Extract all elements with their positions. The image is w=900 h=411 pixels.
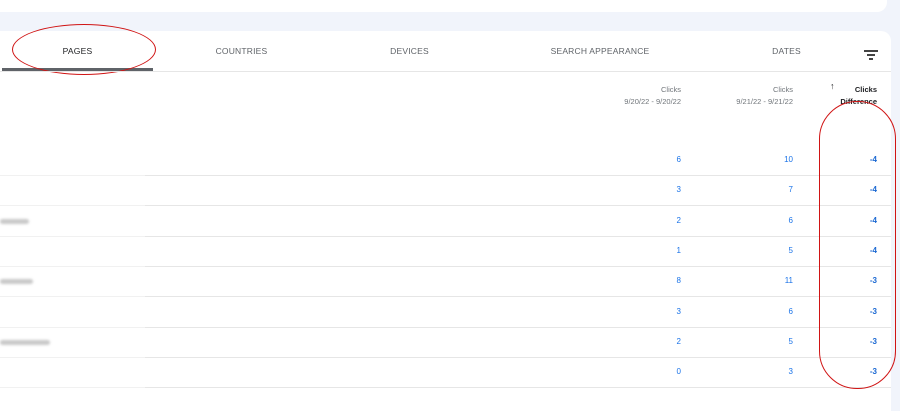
annotation-circle-pages [12, 24, 156, 75]
redacted-page-url [0, 279, 33, 285]
clicks-curr-value: 10 [784, 155, 793, 164]
clicks-prev-value: 3 [676, 185, 681, 195]
table-row[interactable]: 2 6 -4 [0, 207, 891, 237]
clicks-curr-value: 6 [788, 215, 793, 225]
clicks-prev-value: 2 [676, 336, 681, 346]
clicks-prev-value: 8 [676, 276, 681, 286]
table-row[interactable]: 0 3 -3 [0, 358, 891, 389]
col-header-clicks-1[interactable]: Clicks 9/20/22 - 9/20/22 [600, 84, 681, 108]
clicks-curr-value: 5 [788, 245, 793, 255]
tab-search-appearance[interactable]: SEARCH APPEARANCE [500, 31, 700, 71]
row-divider [145, 387, 891, 389]
clicks-prev-value: 2 [676, 215, 681, 225]
table-row[interactable]: 3 7 -4 [0, 176, 891, 207]
tab-countries[interactable]: COUNTRIES [166, 31, 317, 71]
table-row[interactable]: 3 6 -3 [0, 298, 891, 328]
redacted-page-url [0, 218, 29, 224]
col-header-clicks-2[interactable]: Clicks 9/21/22 - 9/21/22 [700, 84, 793, 108]
row-divider [0, 387, 145, 389]
clicks-curr-value: 11 [784, 276, 793, 286]
tab-devices[interactable]: DEVICES [334, 31, 485, 71]
filter-icon[interactable] [864, 50, 878, 60]
clicks-curr-value: 6 [788, 306, 793, 316]
clicks-prev-value: 0 [676, 367, 681, 377]
tab-dates[interactable]: DATES [711, 31, 862, 71]
annotation-circle-difference [819, 101, 896, 389]
table-row[interactable]: 6 10 -4 [0, 146, 891, 176]
clicks-curr-value: 3 [788, 367, 793, 377]
clicks-prev-value: 3 [676, 306, 681, 316]
arrow-up-icon: ↑ [830, 81, 835, 91]
redacted-page-url [0, 339, 50, 345]
clicks-curr-value: 5 [788, 336, 793, 346]
clicks-prev-value: 1 [676, 245, 681, 255]
clicks-prev-value: 6 [676, 155, 681, 164]
table-row[interactable]: 8 11 -3 [0, 267, 891, 298]
table-header: Clicks 9/20/22 - 9/20/22 Clicks 9/21/22 … [0, 71, 891, 115]
table-row[interactable]: 2 5 -3 [0, 328, 891, 358]
clicks-curr-value: 7 [788, 185, 793, 195]
top-card [0, 0, 887, 12]
table-row[interactable]: 1 5 -4 [0, 237, 891, 267]
